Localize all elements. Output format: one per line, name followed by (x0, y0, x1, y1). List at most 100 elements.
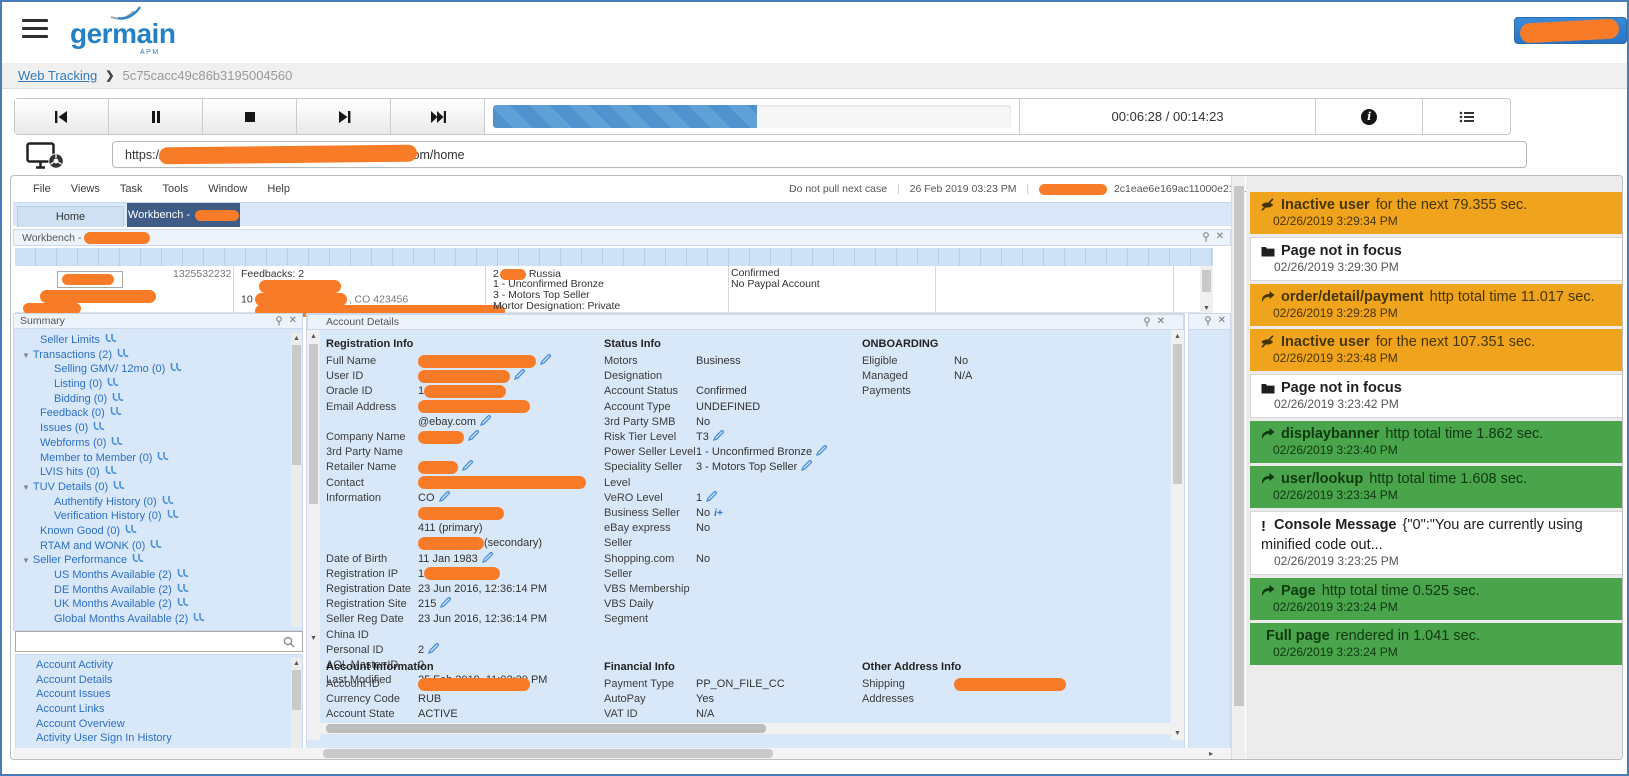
replayed-url-field[interactable]: https:// om/home (112, 141, 1527, 168)
pin-icon[interactable] (275, 316, 283, 326)
account-details-hscrollbar[interactable] (320, 723, 1171, 734)
viewport-hscrollbar[interactable]: ▸ (13, 748, 1231, 759)
edit-pencil-icon[interactable] (706, 491, 717, 502)
info-plus-icon[interactable]: i+ (714, 508, 723, 519)
event-card[interactable]: displaybanner http total time 1.862 sec.… (1250, 421, 1623, 463)
menu-file[interactable]: File (33, 183, 51, 195)
pin-icon[interactable] (1202, 232, 1210, 242)
field-row: 3rd Party Name (326, 445, 588, 460)
edit-pencil-icon[interactable] (440, 597, 451, 608)
account-details-right-scrollbar[interactable]: ▲ ▼ (1171, 330, 1184, 740)
edit-pencil-icon[interactable] (439, 491, 450, 502)
event-card[interactable]: order/detail/payment http total time 11.… (1250, 284, 1623, 326)
exclaim-icon: ! (1261, 518, 1268, 536)
event-card[interactable]: Page not in focus02/26/2019 3:23:42 PM (1250, 374, 1623, 418)
info-button[interactable]: i (1315, 99, 1422, 134)
tree-item[interactable]: Feedback (0) (14, 406, 302, 421)
tree-item[interactable]: UK Months Available (2) (14, 597, 302, 612)
edit-pencil-icon[interactable] (468, 430, 479, 441)
event-card[interactable]: Page not in focus02/26/2019 3:29:30 PM (1250, 237, 1623, 281)
edit-pencil-icon[interactable] (801, 460, 812, 471)
tree-item[interactable]: Webforms (0) (14, 436, 302, 451)
account-details-left-scrollbar[interactable]: ▲ ▼ (307, 330, 320, 740)
group-heading: Registration Info (326, 338, 588, 354)
progress-bar[interactable] (493, 105, 1011, 128)
row-input-box[interactable] (57, 271, 123, 288)
summary-link[interactable]: Account Activity (16, 658, 302, 673)
edit-pencil-icon[interactable] (480, 415, 491, 426)
row-scrollbar[interactable]: ▼ (1200, 266, 1213, 313)
tree-item[interactable]: Bidding (0) (14, 392, 302, 407)
skip-start-button[interactable] (15, 99, 109, 134)
tree-item[interactable]: Member to Member (0) (14, 451, 302, 466)
event-card[interactable]: Full page rendered in 1.041 sec.02/26/20… (1250, 623, 1623, 665)
tree-item[interactable]: RTAM and WONK (0) (14, 539, 302, 554)
event-card[interactable]: Inactive user for the next 79.355 sec.02… (1250, 192, 1623, 234)
edit-pencil-icon[interactable] (713, 430, 724, 441)
menu-window[interactable]: Window (208, 183, 247, 195)
edit-pencil-icon[interactable] (816, 445, 827, 456)
tree-item[interactable]: LVIS hits (0) (14, 465, 302, 480)
workbench-result-row[interactable]: 1325532232 Feedbacks: 2 10, CO 423456 2R… (15, 266, 1213, 313)
event-card[interactable]: user/lookup http total time 1.608 sec.02… (1250, 466, 1623, 508)
event-list-button[interactable] (1422, 99, 1510, 134)
hamburger-menu-icon[interactable] (22, 19, 48, 41)
field-row: Contact InformationCO (326, 476, 588, 506)
menu-tools[interactable]: Tools (163, 183, 189, 195)
links-scrollbar[interactable]: ▲ (291, 658, 302, 756)
caret-down-icon[interactable]: ▼ (22, 483, 30, 492)
tree-item[interactable]: ▼TUV Details (0) (14, 480, 302, 495)
tree-item[interactable]: Authentify History (0) (14, 495, 302, 510)
account-details-title: Account Details (326, 316, 399, 328)
field-value: 1 - Unconfirmed Bronze (696, 446, 812, 458)
summary-link[interactable]: Account Overview (16, 717, 302, 732)
breadcrumb-web-tracking-link[interactable]: Web Tracking (18, 68, 97, 83)
tree-item[interactable]: Selling GMV/ 12mo (0) (14, 362, 302, 377)
tree-item[interactable]: Global Months Available (2) (14, 612, 302, 627)
summary-scrollbar[interactable]: ▲ (291, 333, 302, 627)
caret-down-icon[interactable]: ▼ (22, 556, 30, 565)
tree-item[interactable]: Listing (0) (14, 377, 302, 392)
workbench-column-header-band (15, 248, 1213, 266)
field-row: VAT IDN/A (604, 707, 872, 722)
edit-pencil-icon[interactable] (540, 354, 551, 365)
pause-button[interactable] (109, 99, 203, 134)
header-action-button[interactable] (1514, 17, 1627, 44)
tab-workbench[interactable]: Workbench - (127, 203, 240, 227)
summary-link[interactable]: Account Issues (16, 687, 302, 702)
edit-pencil-icon[interactable] (428, 643, 439, 654)
stop-button[interactable] (203, 99, 297, 134)
close-icon[interactable]: ✕ (1216, 232, 1224, 242)
caret-down-icon[interactable]: ▼ (22, 351, 30, 360)
menu-task[interactable]: Task (120, 183, 143, 195)
tree-item[interactable]: DE Months Available (2) (14, 583, 302, 598)
pin-icon[interactable] (1204, 316, 1212, 326)
tree-item[interactable]: US Months Available (2) (14, 568, 302, 583)
edit-pencil-icon[interactable] (514, 369, 525, 380)
edit-pencil-icon[interactable] (462, 460, 473, 471)
edit-pencil-icon[interactable] (482, 552, 493, 563)
skip-end-button[interactable] (391, 99, 485, 134)
tree-item[interactable]: ▼Transactions (2) (14, 348, 302, 363)
step-forward-button[interactable] (297, 99, 391, 134)
summary-search-input[interactable] (15, 631, 303, 652)
close-icon[interactable]: ✕ (1157, 317, 1165, 327)
event-card[interactable]: !Console Message {"0":"You are currently… (1250, 511, 1623, 575)
event-card[interactable]: Inactive user for the next 107.351 sec.0… (1250, 329, 1623, 371)
tree-item[interactable]: Seller Limits (14, 333, 302, 348)
close-icon[interactable]: ✕ (289, 316, 297, 326)
pin-icon[interactable] (1143, 317, 1151, 327)
menu-views[interactable]: Views (71, 183, 100, 195)
summary-link[interactable]: Account Details (16, 673, 302, 688)
viewport-vscrollbar[interactable] (1231, 176, 1245, 759)
summary-link[interactable]: Activity User Sign In History (16, 731, 302, 746)
menu-help[interactable]: Help (267, 183, 290, 195)
tree-item[interactable]: Known Good (0) (14, 524, 302, 539)
tree-item[interactable]: Verification History (0) (14, 509, 302, 524)
tree-item[interactable]: ▼Seller Performance (14, 553, 302, 568)
tab-home[interactable]: Home (17, 206, 124, 227)
summary-link[interactable]: Account Links (16, 702, 302, 717)
event-card[interactable]: Page http total time 0.525 sec.02/26/201… (1250, 578, 1623, 620)
close-icon[interactable]: ✕ (1218, 316, 1226, 326)
tree-item[interactable]: Issues (0) (14, 421, 302, 436)
